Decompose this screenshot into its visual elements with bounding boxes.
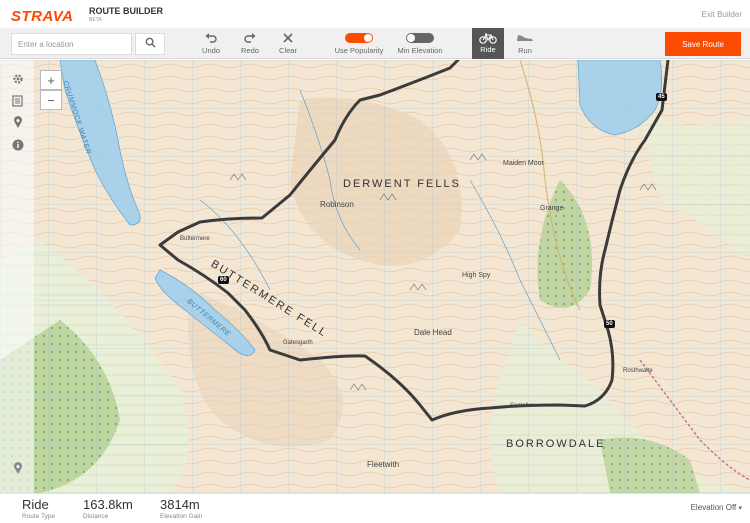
route-map[interactable]: DERWENT FELLS BUTTERMERE FELL BORROWDALE… (0, 60, 750, 493)
info-button[interactable] (11, 138, 24, 156)
map-label-buttermere-village: Buttermere (180, 236, 210, 242)
distance-value: 163.8km (83, 497, 133, 512)
layers-icon (12, 94, 23, 112)
bike-icon (472, 28, 504, 45)
map-label-robinson: Robinson (320, 200, 354, 209)
close-icon (275, 30, 301, 45)
elevation-gain-label: Elevation Gain (160, 513, 203, 520)
bottom-pin-button[interactable] (11, 461, 24, 480)
route-type-value: Ride (22, 497, 49, 512)
map-side-rail (0, 60, 34, 493)
map-label-fleetwith: Fleetwith (367, 460, 400, 469)
route-type-stat: Ride Route Type (22, 497, 55, 520)
popularity-label: Use Popularity (334, 46, 384, 55)
undo-label: Undo (202, 46, 220, 55)
route-km-marker: 50 (604, 320, 615, 328)
map-label-maiden-moor: Maiden Moor (503, 160, 544, 167)
location-search-input[interactable] (11, 33, 132, 55)
route-km-marker: 60 (218, 276, 229, 284)
location-pin-icon (13, 115, 23, 134)
redo-button[interactable]: Redo (237, 30, 263, 58)
map-canvas[interactable] (0, 60, 750, 493)
elevation-gain-stat: 3814m Elevation Gain (160, 497, 202, 520)
elevation-label: Min Elevation (397, 46, 443, 55)
map-label-seatoller: Seatoller (510, 403, 534, 409)
map-label-grange: Grange (540, 205, 564, 212)
use-popularity-toggle[interactable]: Use Popularity (333, 30, 385, 58)
map-label-gatesgarth: Gatesgarth (283, 340, 313, 346)
clear-button[interactable]: Clear (275, 30, 301, 58)
run-sport-button[interactable]: Run (511, 30, 539, 58)
undo-icon (198, 30, 224, 45)
elevation-toggle-label: Elevation Off (690, 503, 737, 512)
save-route-button[interactable]: Save Route (665, 32, 741, 56)
clear-label: Clear (279, 46, 297, 55)
elevation-gain-value: 3814m (160, 497, 200, 512)
chevron-down-icon: ▾ (738, 505, 742, 512)
beta-badge: BETA (89, 17, 102, 23)
map-label-borrowdale: BORROWDALE (506, 438, 606, 450)
location-button[interactable] (11, 115, 24, 134)
info-icon (12, 138, 24, 156)
search-button[interactable] (135, 33, 165, 55)
zoom-in-button[interactable]: + (40, 70, 62, 90)
toolbar: Undo Redo Clear Use Popularity Min Eleva… (0, 28, 750, 59)
app-header: STRAVA ROUTE BUILDER BETA Exit Builder (0, 0, 750, 28)
elevation-off-toggle[interactable]: Elevation Off ▾ (691, 503, 742, 512)
search-icon (145, 35, 156, 53)
distance-label: Distance (83, 513, 109, 520)
settings-button[interactable] (11, 72, 24, 90)
distance-stat: 163.8km Distance (83, 497, 133, 520)
layers-button[interactable] (11, 94, 24, 112)
gear-icon (12, 72, 24, 90)
popularity-switch[interactable] (345, 32, 373, 43)
bottom-pin-icon (13, 461, 23, 480)
strava-logo[interactable]: STRAVA (11, 8, 73, 25)
route-km-marker: 45 (656, 93, 667, 101)
ride-sport-button[interactable]: Ride (472, 28, 504, 59)
undo-button[interactable]: Undo (198, 30, 224, 58)
min-elevation-toggle[interactable]: Min Elevation (395, 30, 445, 58)
redo-icon (237, 30, 263, 45)
elevation-switch[interactable] (406, 32, 434, 43)
exit-builder-link[interactable]: Exit Builder (702, 10, 742, 19)
map-label-derwent-fells: DERWENT FELLS (343, 178, 461, 190)
ride-label: Ride (480, 45, 496, 54)
shoe-icon (511, 30, 539, 45)
app-title: ROUTE BUILDER (89, 6, 163, 16)
map-label-high-spy: High Spy (462, 272, 491, 279)
route-stats-footer: Ride Route Type 163.8km Distance 3814m E… (0, 493, 750, 523)
route-type-label: Route Type (22, 513, 56, 520)
redo-label: Redo (241, 46, 259, 55)
map-label-dale-head: Dale Head (414, 328, 452, 337)
run-label: Run (518, 46, 532, 55)
zoom-out-button[interactable]: − (40, 90, 62, 110)
map-label-rosthwaite: Rosthwaite (623, 368, 653, 374)
